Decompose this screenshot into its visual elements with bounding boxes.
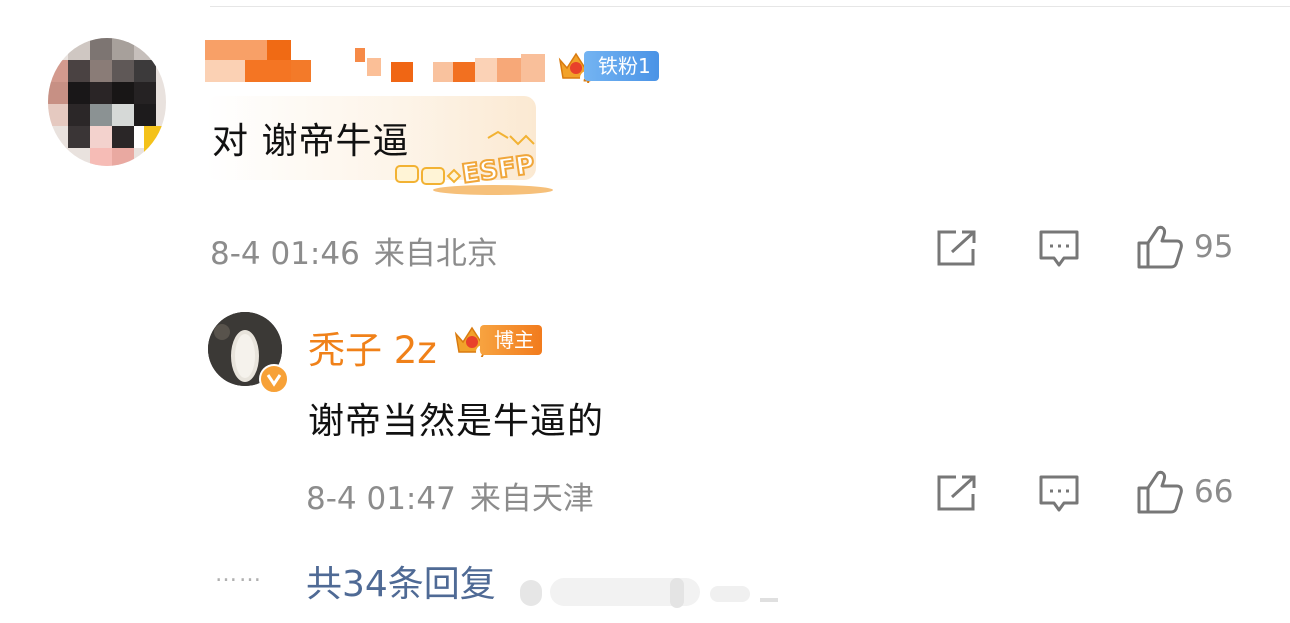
comment-meta: 8-4 01:46 来自北京 [210, 228, 498, 273]
host-badge-label: 博主 [480, 325, 542, 355]
more-dots: …… [215, 562, 263, 587]
esfp-sticker: ESFP [395, 130, 553, 195]
fan-badge-label: 铁粉1 [584, 51, 659, 81]
commenter-avatar[interactable] [48, 38, 166, 166]
svg-text:ESFP: ESFP [460, 150, 537, 190]
reply-text[interactable]: 谢帝当然是牛逼的 [308, 392, 604, 444]
reply-author[interactable]: 秃子 2z [308, 320, 437, 374]
reply-button[interactable] [1038, 229, 1080, 269]
thumbs-up-icon [1137, 225, 1183, 269]
share-button[interactable] [936, 229, 978, 267]
more-replies-link[interactable]: 共34条回复 [306, 555, 496, 607]
host-badge[interactable]: 7 博主 [452, 320, 542, 360]
thumbs-up-icon [1137, 470, 1183, 514]
reply-like-count: 66 [1194, 474, 1234, 510]
comment-icon [1039, 230, 1079, 267]
top-divider [210, 6, 1290, 7]
comment-location: 来自北京 [373, 236, 498, 272]
watermark-icon [520, 578, 778, 608]
reply-meta: 8-4 01:47 来自天津 [306, 473, 594, 518]
reply-comment-button[interactable] [1038, 474, 1080, 514]
comment-time: 8-4 01:46 [210, 236, 360, 272]
fan-badge[interactable]: 4 铁粉1 [556, 46, 659, 86]
like-count: 95 [1194, 229, 1234, 265]
reply-like-button[interactable]: 66 [1136, 469, 1233, 515]
share-icon [937, 230, 976, 266]
reply-location: 来自天津 [469, 481, 594, 517]
reply-time: 8-4 01:47 [306, 481, 456, 517]
like-button[interactable]: 95 [1136, 224, 1233, 270]
comment-icon [1039, 475, 1079, 512]
verified-badge-icon [259, 364, 289, 394]
share-icon [937, 475, 976, 511]
reply-share-button[interactable] [936, 474, 978, 512]
commenter-username[interactable] [205, 40, 565, 84]
comment-text[interactable]: 对 谢帝牛逼 [212, 112, 409, 164]
